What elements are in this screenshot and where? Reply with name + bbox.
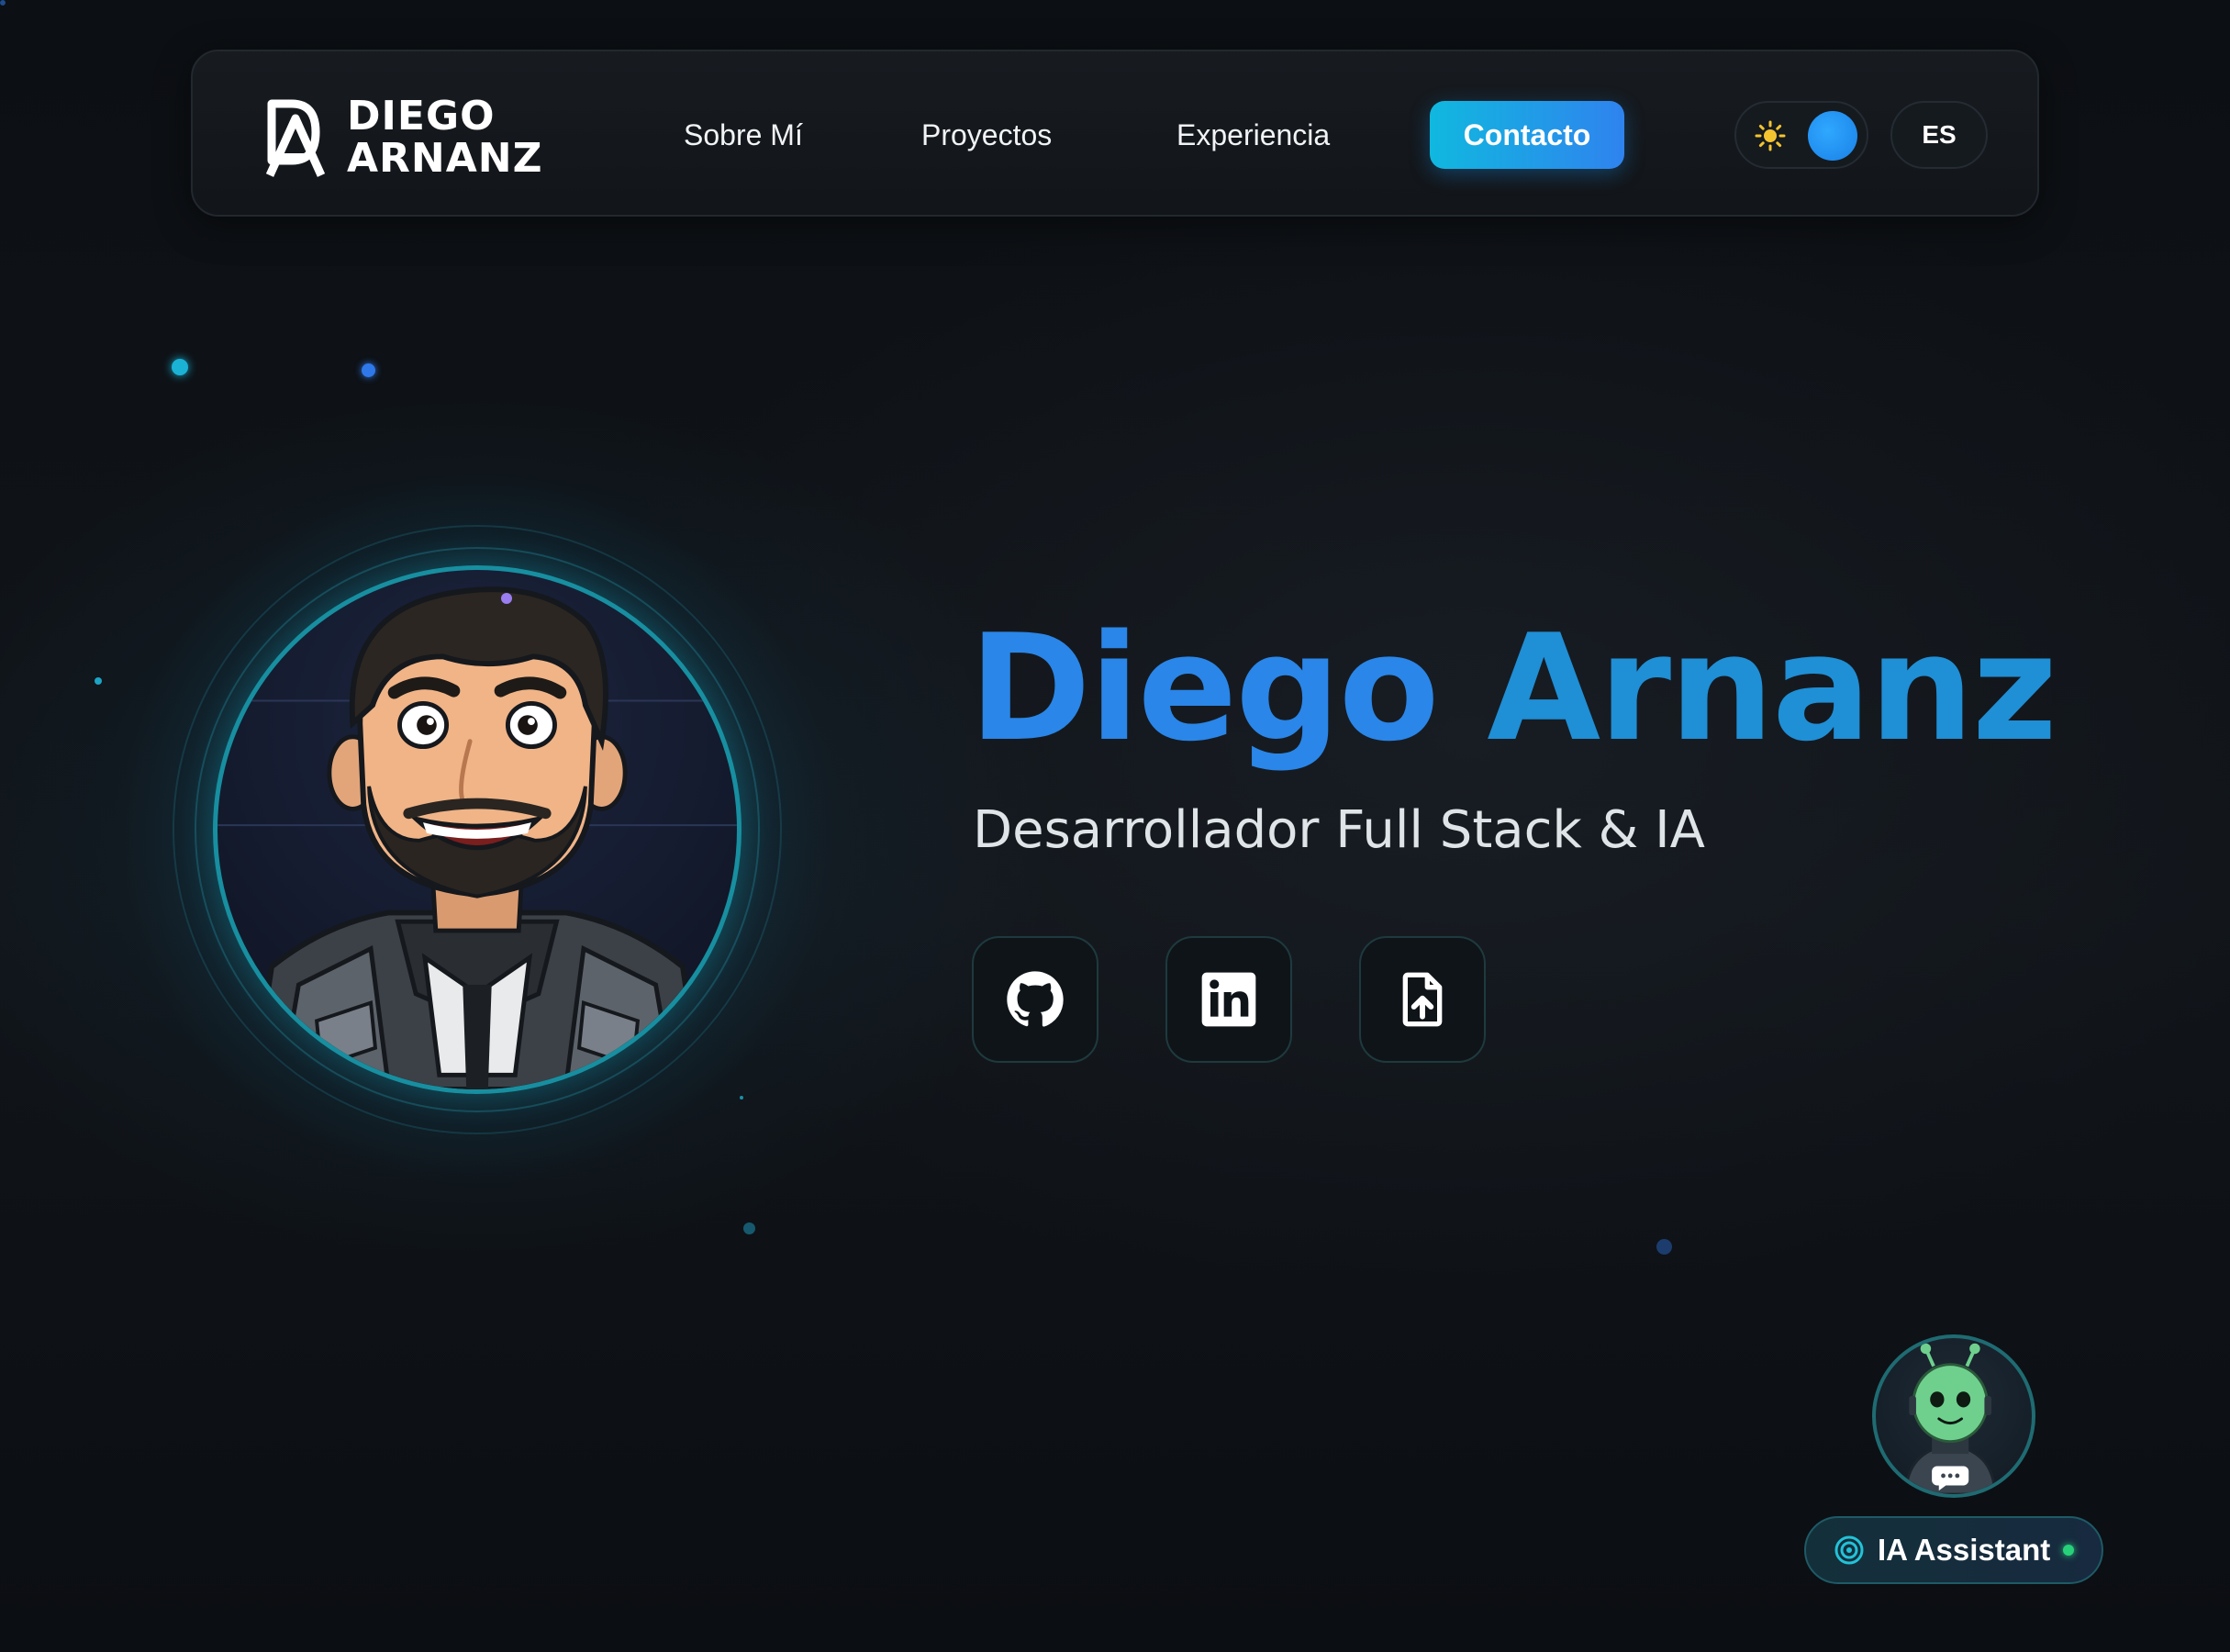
sun-icon <box>1755 120 1786 151</box>
hero-role: Desarrollador Full Stack & IA <box>973 800 1705 860</box>
hero-last-name: Arnanz <box>1487 602 2057 774</box>
decor-dot <box>95 677 102 685</box>
contact-button[interactable]: Contacto <box>1430 101 1624 169</box>
robot-alien-icon <box>1904 1343 1997 1494</box>
brand-line-1: DIEGO <box>347 93 496 140</box>
decor-dot <box>1656 1239 1672 1255</box>
brand-name: DIEGO ARNANZ <box>347 95 543 180</box>
target-icon <box>1834 1535 1864 1565</box>
online-status-dot <box>2063 1545 2075 1556</box>
cartoon-portrait-image <box>217 586 737 1089</box>
linkedin-link[interactable] <box>1165 936 1292 1063</box>
nav-link-about[interactable]: Sobre Mí <box>684 51 803 218</box>
top-navbar: DIEGO ARNANZ Sobre Mí Proyectos Experien… <box>191 50 2039 217</box>
ai-assistant-avatar[interactable] <box>1872 1334 2035 1498</box>
page: DIEGO ARNANZ Sobre Mí Proyectos Experien… <box>0 0 2230 1652</box>
brand-line-2: ARNANZ <box>347 135 543 182</box>
decor-dot <box>501 593 512 604</box>
hero-first-name: Diego <box>969 602 1440 774</box>
profile-avatar <box>117 470 837 1189</box>
toggle-knob <box>1808 111 1857 161</box>
language-button[interactable]: ES <box>1890 101 1988 169</box>
ai-assistant-button[interactable]: IA Assistant <box>1804 1516 2103 1584</box>
nav-link-projects[interactable]: Proyectos <box>921 51 1052 218</box>
da-monogram-icon <box>265 99 326 177</box>
resume-link[interactable] <box>1359 936 1486 1063</box>
brand-logo[interactable]: DIEGO ARNANZ <box>264 95 554 180</box>
theme-toggle[interactable] <box>1734 101 1868 169</box>
decor-dot <box>0 0 6 6</box>
github-icon <box>1007 971 1064 1027</box>
github-link[interactable] <box>972 936 1098 1063</box>
file-upload-icon <box>1402 972 1443 1027</box>
decor-dot <box>172 359 188 375</box>
decor-dot <box>743 1222 755 1234</box>
nav-link-experience[interactable]: Experiencia <box>1176 51 1330 218</box>
decor-dot <box>362 363 375 377</box>
ai-assistant-label: IA Assistant <box>1878 1533 2051 1567</box>
hero-name: Diego Arnanz <box>969 606 2057 771</box>
linkedin-icon <box>1201 972 1256 1027</box>
avatar-portrait <box>213 565 741 1094</box>
